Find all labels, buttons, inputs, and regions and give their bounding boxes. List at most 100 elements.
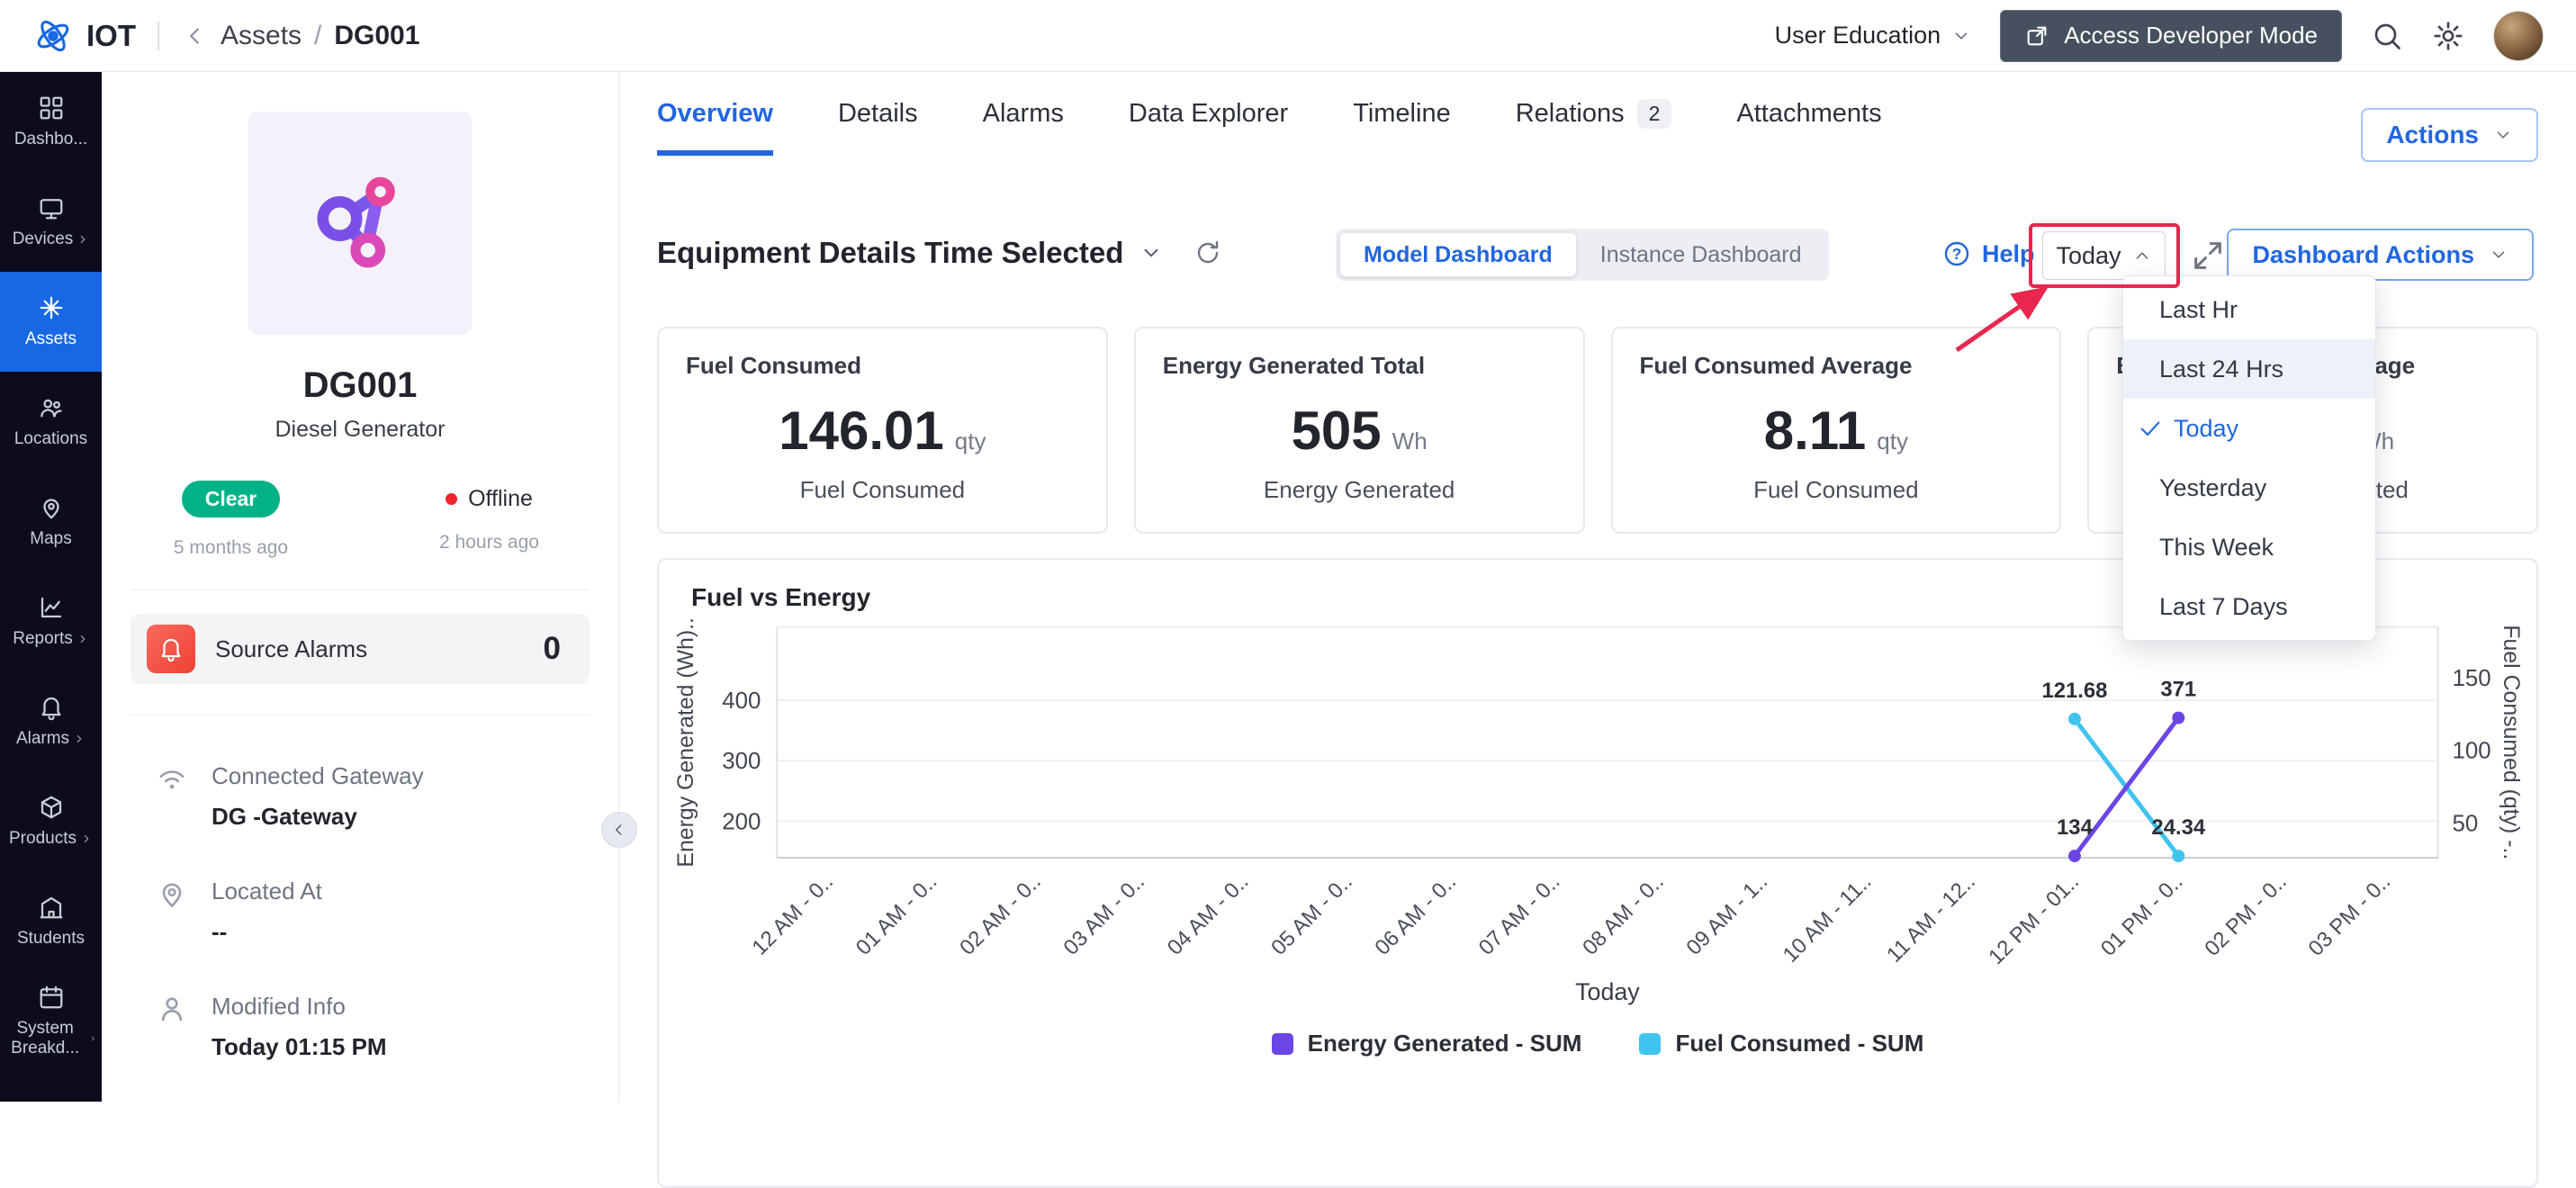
header-divider: [158, 21, 159, 50]
breadcrumb-section[interactable]: Assets: [221, 21, 302, 51]
app-logo-icon: [37, 20, 69, 51]
svg-text:Today: Today: [1575, 978, 1640, 1005]
kpi-card-fuel-consumed: Fuel Consumed 146.01 qty Fuel Consumed: [657, 327, 1108, 534]
tab-overview[interactable]: Overview: [657, 99, 773, 156]
svg-text:09 AM - 1..: 09 AM - 1..: [1681, 869, 1772, 960]
status-badge: Clear: [181, 481, 281, 518]
svg-text:24.34: 24.34: [2151, 815, 2205, 840]
help-question-icon: ?: [1944, 241, 1969, 266]
svg-text:121.68: 121.68: [2041, 679, 2107, 703]
sidebar-item-system-breakdown[interactable]: System Breakd...: [0, 971, 102, 1071]
chevron-down-icon: [2492, 251, 2505, 258]
open-in-new-icon: [2027, 26, 2047, 45]
chevron-right-icon: [77, 734, 82, 743]
reports-icon: [41, 597, 61, 618]
help-button[interactable]: ? Help: [1942, 239, 2035, 268]
tab-attachments[interactable]: Attachments: [1736, 99, 1881, 156]
field-modified-info: Modified Info Today 01:15 PM: [156, 993, 618, 1061]
time-range-selector[interactable]: Today: [2042, 231, 2166, 280]
segment-instance-dashboard[interactable]: Instance Dashboard: [1577, 232, 1825, 277]
field-connected-gateway: Connected Gateway DG -Gateway: [156, 762, 618, 831]
kpi-value: 8.11: [1763, 400, 1867, 461]
tab-relations[interactable]: Relations 2: [1516, 99, 1672, 156]
top-bar: IOT Assets / DG001 User Education Access…: [0, 0, 2576, 72]
menu-item-this-week[interactable]: This Week: [2123, 518, 2375, 577]
menu-item-last-hr[interactable]: Last Hr: [2123, 280, 2375, 339]
chevron-left-icon: [615, 824, 622, 835]
svg-text:Fuel Consumed (qty) -..: Fuel Consumed (qty) -..: [2499, 625, 2523, 860]
back-chevron-icon[interactable]: [181, 22, 208, 50]
sidebar-item-maps[interactable]: Maps: [0, 472, 102, 572]
panel-collapse-button[interactable]: [601, 812, 637, 848]
assets-icon: [40, 296, 62, 320]
svg-text:02 AM - 0..: 02 AM - 0..: [955, 869, 1046, 960]
sidebar-item-alarms[interactable]: Alarms: [0, 671, 102, 771]
kpi-value: 505: [1291, 400, 1382, 461]
sidebar-item-students[interactable]: Students: [0, 871, 102, 971]
svg-text:10 AM - 11..: 10 AM - 11..: [1779, 869, 1877, 968]
svg-text:50: 50: [2453, 811, 2479, 836]
search-icon[interactable]: [2371, 20, 2403, 52]
kpi-label: Fuel Consumed: [1753, 476, 1919, 503]
sidebar-item-reports[interactable]: Reports: [0, 572, 102, 671]
svg-text:04 AM - 0..: 04 AM - 0..: [1163, 869, 1254, 960]
field-value: Today 01:15 PM: [212, 1033, 387, 1060]
tab-data-explorer[interactable]: Data Explorer: [1129, 99, 1288, 156]
kpi-card-energy-generated-total: Energy Generated Total 505 Wh Energy Gene…: [1133, 327, 1585, 534]
user-avatar[interactable]: [2493, 10, 2544, 61]
developer-mode-button[interactable]: Access Developer Mode: [2000, 9, 2342, 62]
sidebar-item-assets[interactable]: Assets: [0, 272, 102, 372]
field-label: Connected Gateway: [212, 762, 424, 789]
segment-model-dashboard[interactable]: Model Dashboard: [1339, 232, 1577, 277]
breadcrumb: Assets / DG001: [221, 21, 419, 51]
sidebar-item-locations[interactable]: Locations: [0, 372, 102, 472]
menu-item-last-7-days[interactable]: Last 7 Days: [2123, 577, 2375, 636]
chevron-up-icon: [2136, 252, 2148, 259]
asset-detail-panel: DG001 Diesel Generator Clear 5 months ag…: [102, 72, 619, 1102]
kpi-label: Energy Generated: [1263, 476, 1455, 503]
svg-text:05 AM - 0..: 05 AM - 0..: [1266, 869, 1357, 960]
svg-text:150: 150: [2453, 666, 2491, 691]
svg-text:?: ?: [1952, 245, 1962, 263]
dashboard-mode-toggle: Model Dashboard Instance Dashboard: [1336, 229, 1829, 281]
svg-text:100: 100: [2453, 739, 2491, 764]
dashboard-icon: [40, 96, 62, 120]
bell-icon: [41, 698, 60, 721]
calendar-icon: [40, 986, 62, 1009]
settings-gear-icon[interactable]: [2432, 20, 2464, 52]
brand-name: IOT: [86, 18, 136, 52]
legend-fuel-consumed[interactable]: Fuel Consumed - SUM: [1639, 1030, 1923, 1058]
svg-text:400: 400: [722, 688, 761, 714]
svg-text:371: 371: [2160, 678, 2196, 702]
check-icon: [2140, 421, 2160, 436]
actions-button[interactable]: Actions: [2361, 108, 2538, 162]
menu-item-today[interactable]: Today: [2123, 399, 2375, 458]
tab-details[interactable]: Details: [838, 99, 918, 156]
sidebar-item-dashboard[interactable]: Dashbo...: [0, 72, 102, 172]
kpi-unit: qty: [1877, 428, 1908, 454]
tab-alarms[interactable]: Alarms: [983, 99, 1064, 156]
field-label: Located At: [212, 878, 322, 904]
sidebar-item-devices[interactable]: Devices: [0, 172, 102, 272]
svg-text:134: 134: [2057, 815, 2094, 840]
chevron-right-icon: [91, 1036, 95, 1041]
asset-image: [248, 112, 472, 335]
svg-text:03 AM - 0..: 03 AM - 0..: [1058, 869, 1149, 960]
chevron-down-icon: [1955, 32, 1968, 40]
sidebar-item-products[interactable]: Products: [0, 771, 102, 871]
chevron-down-icon[interactable]: [1139, 241, 1163, 265]
org-selector[interactable]: User Education: [1775, 22, 1972, 50]
menu-item-last-24-hrs[interactable]: Last 24 Hrs: [2123, 339, 2375, 399]
refresh-icon[interactable]: [1193, 238, 1222, 267]
status-time: 5 months ago: [173, 537, 289, 558]
expand-icon[interactable]: [2190, 238, 2226, 274]
menu-item-yesterday[interactable]: Yesterday: [2123, 458, 2375, 518]
alarm-badge-icon: [147, 625, 195, 673]
tab-timeline[interactable]: Timeline: [1353, 99, 1451, 156]
source-alarms-row[interactable]: Source Alarms 0: [131, 614, 590, 684]
legend-energy-generated[interactable]: Energy Generated - SUM: [1271, 1030, 1581, 1058]
chevron-right-icon: [81, 235, 86, 244]
molecule-graphic: [317, 176, 395, 268]
dashboard-actions-button[interactable]: Dashboard Actions: [2227, 229, 2534, 281]
relations-count-badge: 2: [1636, 99, 1672, 129]
